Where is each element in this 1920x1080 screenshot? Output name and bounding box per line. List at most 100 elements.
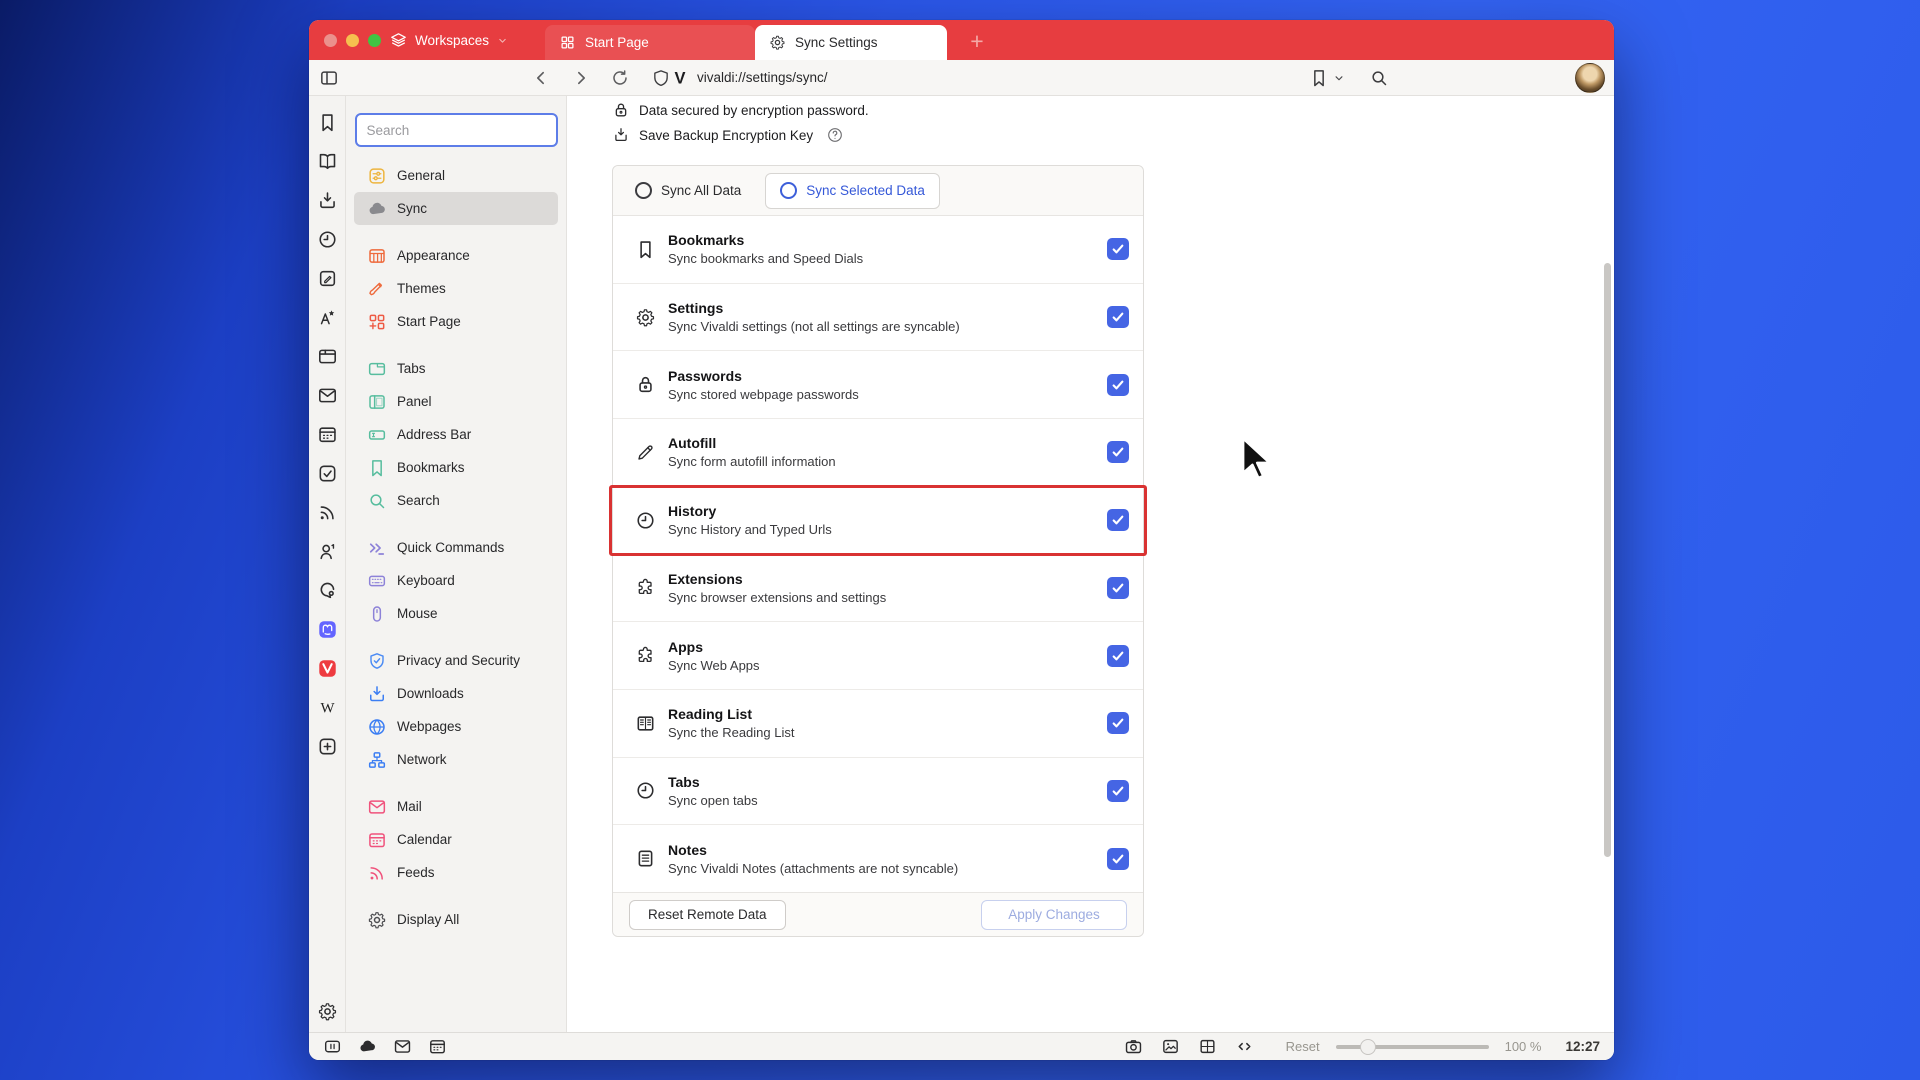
new-tab-button[interactable]: + [961,27,993,55]
zoom-reset-button[interactable]: Reset [1286,1039,1320,1054]
sidebar-item-display-all[interactable]: Display All [354,903,558,936]
radio-selected-icon [780,182,798,199]
sidebar-item-label: Start Page [397,314,461,329]
sidebar-group: Display All [346,903,566,936]
sidebar-item-mail[interactable]: Mail [354,790,558,823]
sidebar-item-network[interactable]: Network [354,743,558,776]
sync-row-checkbox[interactable] [1107,644,1129,667]
sync-selected-data-option[interactable]: Sync Selected Data [765,172,940,209]
sync-row-checkbox[interactable] [1107,373,1129,396]
option-label: Sync Selected Data [806,183,925,198]
sidebar-item-themes[interactable]: Themes [354,272,558,305]
add-webpanel-icon[interactable] [317,736,338,757]
back-icon[interactable] [531,68,551,88]
reload-icon[interactable] [610,68,630,88]
tasks-icon[interactable] [317,463,338,484]
privacy-icon [367,651,387,671]
notes-icon[interactable] [317,268,338,289]
sidebar-item-label: Keyboard [397,573,455,588]
calendar-icon[interactable] [428,1037,447,1056]
apply-changes-button[interactable]: Apply Changes [981,899,1127,930]
sync-row-checkbox[interactable] [1107,441,1129,464]
sidebar-item-calendar[interactable]: Calendar [354,823,558,856]
mail-icon[interactable] [317,385,338,406]
sync-row-checkbox[interactable] [1107,712,1129,735]
minimize-button[interactable] [346,34,359,47]
appearance-icon [367,246,387,266]
close-button[interactable] [324,34,337,47]
sync-row-checkbox[interactable] [1107,509,1129,532]
panel-toggle-bars-icon[interactable] [323,1037,342,1056]
vivaldi-icon[interactable] [317,658,338,679]
backup-key-link[interactable]: Save Backup Encryption Key [639,128,813,143]
sidebar-item-webpages[interactable]: Webpages [354,710,558,743]
tab-sync-settings[interactable]: Sync Settings [755,25,947,60]
sidebar-item-start-page[interactable]: Start Page [354,305,558,338]
address-bar[interactable]: vivaldi://settings/sync/ [697,60,828,95]
reset-remote-data-button[interactable]: Reset Remote Data [629,899,786,930]
sidebar-item-tabs[interactable]: Tabs [354,352,558,385]
help-icon[interactable] [826,126,844,144]
settings-search-input[interactable] [354,113,558,147]
shield-icon[interactable] [651,68,671,88]
sidebar-item-label: Tabs [397,361,426,376]
sync-row-checkbox[interactable] [1107,306,1129,329]
tab-start-page[interactable]: Start Page [545,25,755,60]
sync-row-checkbox[interactable] [1107,847,1129,870]
wikipedia-icon[interactable]: W [317,697,338,718]
image-icon[interactable] [1161,1037,1180,1056]
sync-row-text: Notes Sync Vivaldi Notes (attachments are… [668,842,958,876]
chevron-down-icon[interactable] [1332,71,1346,85]
zoom-button[interactable] [368,34,381,47]
search-icon[interactable] [1369,68,1389,88]
panel-toggle-icon[interactable] [319,68,339,88]
sidebar-item-keyboard[interactable]: Keyboard [354,564,558,597]
sidebar-item-panel[interactable]: Panel [354,385,558,418]
mail-icon[interactable] [393,1037,412,1056]
bookmark-icon[interactable] [317,112,338,133]
cloud-icon[interactable] [358,1037,377,1056]
sidebar-item-mouse[interactable]: Mouse [354,597,558,630]
window-icon[interactable] [317,346,338,367]
sidebar-item-sync[interactable]: Sync [354,192,558,225]
chat-icon[interactable] [317,580,338,601]
profile-avatar[interactable] [1575,63,1605,93]
sync-all-data-option[interactable]: Sync All Data [635,182,741,199]
translate-icon[interactable] [317,307,338,328]
scrollbar-thumb[interactable] [1604,263,1611,857]
sidebar-item-appearance[interactable]: Appearance [354,239,558,272]
contacts-icon[interactable] [317,541,338,562]
code-icon[interactable] [1235,1037,1254,1056]
clock-icon [635,510,656,531]
tiling-icon[interactable] [1198,1037,1217,1056]
download-icon[interactable] [317,190,338,211]
reading-list-icon[interactable] [317,151,338,172]
sidebar-item-general[interactable]: General [354,159,558,192]
workspaces-button[interactable]: Workspaces [389,20,509,60]
sidebar-item-downloads[interactable]: Downloads [354,677,558,710]
sidebar-item-bookmarks[interactable]: Bookmarks [354,451,558,484]
sidebar-item-feeds[interactable]: Feeds [354,856,558,889]
bookmark-icon[interactable] [1309,68,1329,88]
camera-icon[interactable] [1124,1037,1143,1056]
sidebar-item-address-bar[interactable]: Address Bar [354,418,558,451]
svg-text:W: W [320,700,334,716]
calendar-icon[interactable] [317,424,338,445]
themes-icon [367,279,387,299]
forward-icon[interactable] [571,68,591,88]
sidebar-item-quick-commands[interactable]: Quick Commands [354,531,558,564]
mastodon-icon[interactable] [317,619,338,640]
sync-row-subtitle: Sync browser extensions and settings [668,589,887,605]
zoom-slider[interactable] [1335,1038,1489,1055]
sync-row-checkbox[interactable] [1107,576,1129,599]
zoom-slider-knob[interactable] [1359,1038,1376,1055]
sidebar-item-label: Appearance [397,248,470,263]
sidebar-item-privacy-and-security[interactable]: Privacy and Security [354,644,558,677]
sync-row-subtitle: Sync Vivaldi settings (not all settings … [668,319,960,335]
feeds-icon[interactable] [317,502,338,523]
sync-row-checkbox[interactable] [1107,779,1129,802]
settings-gear-icon[interactable] [317,1001,338,1022]
history-icon[interactable] [317,229,338,250]
sidebar-item-search[interactable]: Search [354,484,558,517]
sync-row-checkbox[interactable] [1107,238,1129,261]
